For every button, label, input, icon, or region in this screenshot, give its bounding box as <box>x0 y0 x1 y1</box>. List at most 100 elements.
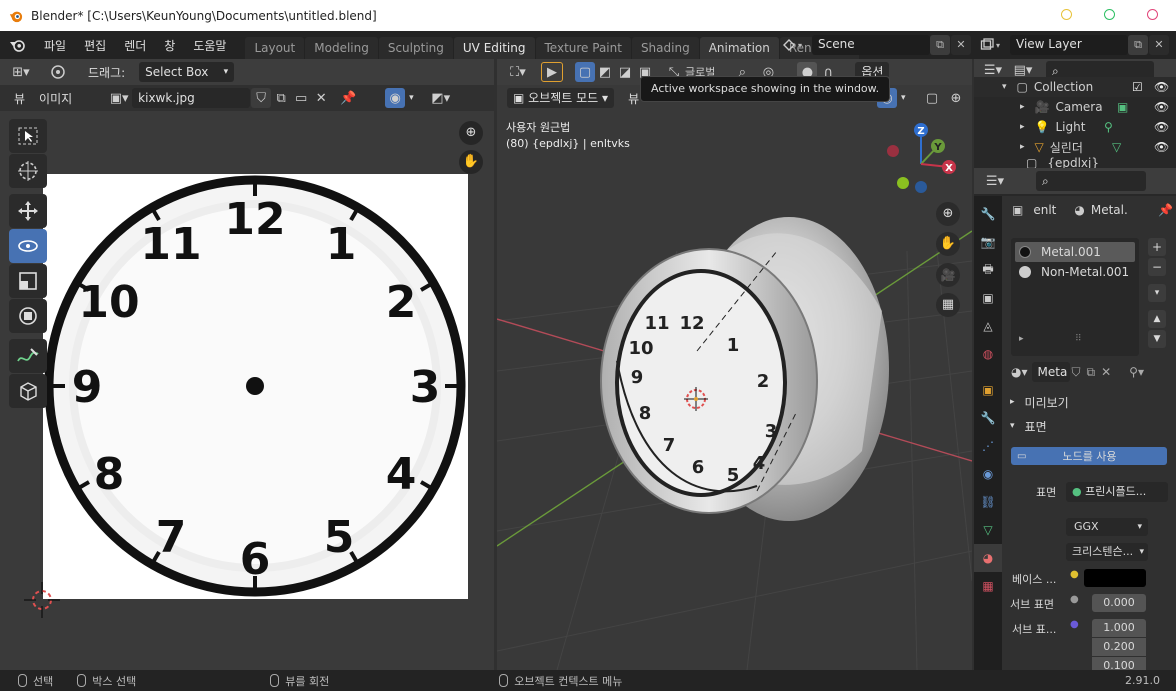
chevron-down-icon[interactable]: ▾ <box>409 93 414 103</box>
surface-panel-header[interactable]: ▾ 표면 <box>1002 416 1176 436</box>
tab-modeling[interactable]: Modeling <box>305 37 378 59</box>
tab-scene[interactable]: ◬ <box>974 312 1002 340</box>
viewport-zoom-icon[interactable]: ⊕ <box>936 202 960 226</box>
delete-scene-button[interactable]: ✕ <box>951 35 971 55</box>
tab-texture[interactable]: ▦ <box>974 572 1002 600</box>
pan-hand-icon[interactable]: ✋ <box>459 150 483 174</box>
unlink-material-icon[interactable]: ✕ <box>1101 365 1111 379</box>
delete-view-layer-button[interactable]: ✕ <box>1149 35 1169 55</box>
tab-render[interactable]: 📷 <box>974 228 1002 256</box>
move-tool[interactable] <box>9 194 47 228</box>
duplicate-image-icon[interactable]: ⧉ <box>271 88 291 108</box>
scene-name-field[interactable]: Scene <box>812 35 930 55</box>
eye-icon[interactable]: 👁 <box>1154 140 1169 154</box>
tab-uv-editing[interactable]: UV Editing <box>453 37 535 59</box>
properties-editor-type-icon[interactable]: ☰▾ <box>984 171 1006 191</box>
move-slot-down-button[interactable]: ▼ <box>1148 330 1166 348</box>
tab-output[interactable]: 🖶 <box>974 256 1002 284</box>
resize-handle-icon[interactable]: ⠿ <box>1075 334 1082 344</box>
radius-z-field[interactable]: 0.100 <box>1092 657 1146 670</box>
eye-icon[interactable]: 👁 <box>1154 80 1169 94</box>
uv-sync-icon[interactable] <box>46 62 70 82</box>
surface-shader-field[interactable]: ● 프린시플드... <box>1066 482 1168 502</box>
menu-window[interactable]: 창 <box>155 37 184 54</box>
tab-layout[interactable]: Layout <box>245 37 305 59</box>
chevron-down-icon[interactable]: ▾ <box>901 93 906 103</box>
menu-image[interactable]: 이미지 <box>39 90 72 107</box>
viewport-editor-type-icon[interactable]: ⛶▾ <box>507 62 529 82</box>
menu-render[interactable]: 렌더 <box>115 37 155 54</box>
tab-sculpting[interactable]: Sculpting <box>378 37 453 59</box>
subsurface-value-field[interactable]: 0.000 <box>1092 594 1146 612</box>
checkbox-icon[interactable]: ☑ <box>1132 80 1143 94</box>
overlay-toggle-icon[interactable]: ◉ <box>385 88 406 108</box>
menu-file[interactable]: 파일 <box>35 37 75 54</box>
view-layer-field[interactable]: View Layer <box>1010 35 1128 55</box>
viewport-pan-icon[interactable]: ✋ <box>936 232 960 256</box>
tab-tool[interactable]: 🔧 <box>974 200 1002 228</box>
wireframe-shading-icon[interactable]: ⊕ <box>945 88 967 108</box>
menu-edit[interactable]: 편집 <box>75 37 115 54</box>
2d-cursor-icon[interactable] <box>22 580 62 620</box>
subsurface-method-dropdown[interactable]: 크리스텐슨... ▾ <box>1066 543 1148 561</box>
new-view-layer-button[interactable]: ⧉ <box>1128 35 1148 55</box>
eye-icon[interactable]: 👁 <box>1154 100 1169 114</box>
outliner-row-cylinder[interactable]: ▸ ▽ 실린더 ▽ 👁 <box>974 137 1176 157</box>
tab-modifiers[interactable]: 🔧 <box>974 404 1002 432</box>
blender-menu-icon[interactable] <box>9 37 27 53</box>
expand-arrow-icon[interactable]: ▸ <box>1019 334 1024 344</box>
slot-specials-button[interactable]: ▾ <box>1148 284 1166 302</box>
select-mode-new-icon[interactable]: ▢ <box>575 62 595 82</box>
cursor-tool[interactable] <box>9 154 47 188</box>
duplicate-material-icon[interactable]: ⧉ <box>1087 365 1096 380</box>
annotate-tool[interactable] <box>9 339 47 373</box>
editor-type-icon[interactable]: ⊞▾ <box>10 62 32 82</box>
tab-object[interactable]: ▣ <box>974 376 1002 404</box>
select-mode-subtract-icon[interactable]: ◪ <box>615 62 635 82</box>
tab-animation[interactable]: Animation <box>699 37 779 59</box>
new-scene-button[interactable]: ⧉ <box>930 35 950 55</box>
axis-gizmo[interactable]: Z Y X <box>881 117 961 202</box>
color-socket-icon[interactable]: ● <box>1070 569 1079 580</box>
tab-view-layer[interactable]: ▣ <box>974 284 1002 312</box>
uv-canvas[interactable]: 12 1 2 3 4 5 6 7 8 9 10 11 ⊕ ✋ <box>0 111 494 670</box>
radius-x-field[interactable]: 1.000 <box>1092 619 1146 637</box>
rotate-tool[interactable] <box>9 229 47 263</box>
scale-tool[interactable] <box>9 264 47 298</box>
xray-toggle-icon[interactable]: ▢ <box>921 88 943 108</box>
scene-selector[interactable]: ▾ <box>782 36 808 54</box>
transform-tool[interactable] <box>9 299 47 333</box>
material-name-field[interactable]: Meta <box>1031 362 1070 382</box>
fake-user-shield-icon[interactable]: ⛉ <box>1072 365 1081 380</box>
material-slot-item[interactable]: Non-Metal.001 <box>1015 262 1135 282</box>
properties-search-field[interactable]: ⌕ <box>1036 171 1146 191</box>
base-color-swatch[interactable] <box>1084 569 1146 587</box>
sample-tool[interactable] <box>9 374 47 408</box>
menu-help[interactable]: 도움말 <box>184 37 235 54</box>
eye-icon[interactable]: 👁 <box>1154 120 1169 134</box>
3d-viewport[interactable]: 12 11 1 2 3 4 5 6 7 8 9 10 사용자 원근법 (80) … <box>497 111 972 670</box>
tab-particles[interactable]: ⋰ <box>974 432 1002 460</box>
menu-view[interactable]: 뷰 <box>14 90 25 107</box>
radius-y-field[interactable]: 0.200 <box>1092 638 1146 656</box>
use-nodes-button[interactable]: ▭ 노드를 사용 <box>1011 447 1167 465</box>
outliner-row-collection[interactable]: ▾ ▢ Collection ☑ 👁 <box>974 77 1176 97</box>
outliner-row-camera[interactable]: ▸ 🎥 Camera ▣ 👁 <box>974 97 1176 117</box>
remove-slot-button[interactable]: − <box>1148 258 1166 276</box>
image-browse-icon[interactable]: ▣▾ <box>108 88 130 108</box>
tab-material[interactable]: ◕ <box>974 544 1002 572</box>
close-button[interactable] <box>1147 9 1158 20</box>
tab-texture-paint[interactable]: Texture Paint <box>535 37 631 59</box>
link-dropdown-icon[interactable]: ⚲▾ <box>1129 365 1144 379</box>
camera-view-icon[interactable]: 🎥 <box>936 263 960 287</box>
fake-user-shield-icon[interactable]: ⛉ <box>251 88 272 108</box>
preview-panel-header[interactable]: ▸ 미리보기 <box>1002 392 1176 412</box>
open-folder-icon[interactable]: ▭ <box>291 88 311 108</box>
pin-icon[interactable]: 📌 <box>337 88 359 108</box>
view-layer-selector[interactable]: ▾ <box>980 36 1006 54</box>
select-mode-extend-icon[interactable]: ◩ <box>595 62 615 82</box>
expand-arrow-icon[interactable]: ▸ <box>1020 102 1025 112</box>
image-name-field[interactable]: kixwk.jpg <box>132 88 251 108</box>
zoom-gizmo-icon[interactable]: ⊕ <box>459 121 483 145</box>
move-slot-up-button[interactable]: ▲ <box>1148 310 1166 328</box>
